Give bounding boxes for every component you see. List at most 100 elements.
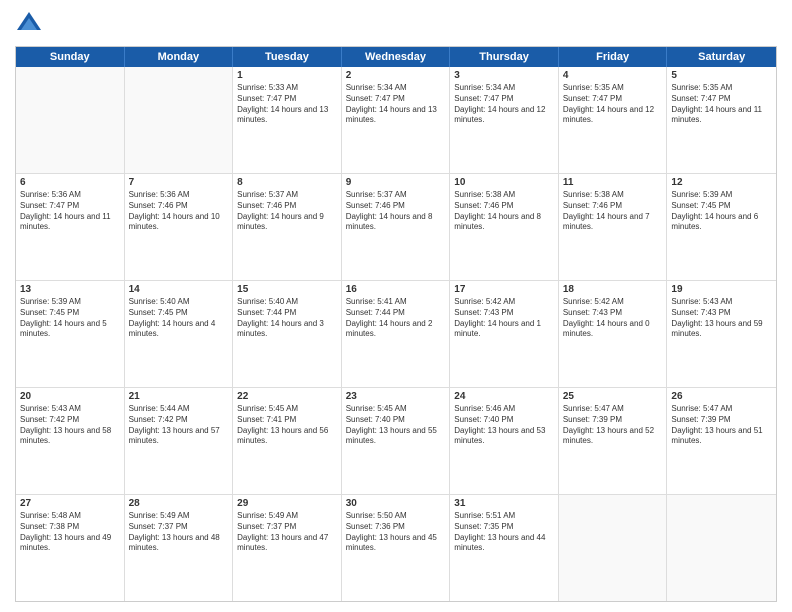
- day-info: Sunrise: 5:47 AM Sunset: 7:39 PM Dayligh…: [563, 404, 663, 447]
- day-info: Sunrise: 5:49 AM Sunset: 7:37 PM Dayligh…: [237, 511, 337, 554]
- day-number: 12: [671, 177, 772, 188]
- day-cell-20: 20 Sunrise: 5:43 AM Sunset: 7:42 PM Dayli…: [16, 388, 125, 494]
- day-number: 20: [20, 391, 120, 402]
- header-day-saturday: Saturday: [667, 47, 776, 67]
- day-cell-24: 24 Sunrise: 5:46 AM Sunset: 7:40 PM Dayli…: [450, 388, 559, 494]
- header-day-wednesday: Wednesday: [342, 47, 451, 67]
- day-cell-13: 13Sunrise: 5:39 AM Sunset: 7:45 PM Dayli…: [16, 281, 125, 387]
- day-cell-9: 9 Sunrise: 5:37 AM Sunset: 7:46 PM Daylig…: [342, 174, 451, 280]
- day-info: Sunrise: 5:36 AM Sunset: 7:47 PM Dayligh…: [20, 190, 120, 233]
- day-info: Sunrise: 5:44 AM Sunset: 7:42 PM Dayligh…: [129, 404, 229, 447]
- day-info: Sunrise: 5:40 AM Sunset: 7:44 PM Dayligh…: [237, 297, 337, 340]
- day-number: 2: [346, 70, 446, 81]
- day-number: 24: [454, 391, 554, 402]
- day-number: 29: [237, 498, 337, 509]
- day-number: 26: [671, 391, 772, 402]
- day-info: Sunrise: 5:51 AM Sunset: 7:35 PM Dayligh…: [454, 511, 554, 554]
- day-cell-10: 10 Sunrise: 5:38 AM Sunset: 7:46 PM Dayli…: [450, 174, 559, 280]
- day-cell-29: 29 Sunrise: 5:49 AM Sunset: 7:37 PM Dayli…: [233, 495, 342, 601]
- empty-cell: [667, 495, 776, 601]
- day-cell-8: 8 Sunrise: 5:37 AM Sunset: 7:46 PM Daylig…: [233, 174, 342, 280]
- day-cell-2: 2 Sunrise: 5:34 AM Sunset: 7:47 PM Daylig…: [342, 67, 451, 173]
- calendar-header: SundayMondayTuesdayWednesdayThursdayFrid…: [16, 47, 776, 67]
- header-day-tuesday: Tuesday: [233, 47, 342, 67]
- day-cell-23: 23 Sunrise: 5:45 AM Sunset: 7:40 PM Dayli…: [342, 388, 451, 494]
- page: SundayMondayTuesdayWednesdayThursdayFrid…: [0, 0, 792, 612]
- day-info: Sunrise: 5:36 AM Sunset: 7:46 PM Dayligh…: [129, 190, 229, 233]
- day-cell-28: 28 Sunrise: 5:49 AM Sunset: 7:37 PM Dayli…: [125, 495, 234, 601]
- day-number: 5: [671, 70, 772, 81]
- day-number: 3: [454, 70, 554, 81]
- day-number: 8: [237, 177, 337, 188]
- day-number: 30: [346, 498, 446, 509]
- day-info: Sunrise: 5:35 AM Sunset: 7:47 PM Dayligh…: [563, 83, 663, 126]
- day-number: 28: [129, 498, 229, 509]
- day-info: Sunrise: 5:38 AM Sunset: 7:46 PM Dayligh…: [454, 190, 554, 233]
- day-number: 18: [563, 284, 663, 295]
- day-number: 13: [20, 284, 120, 295]
- day-info: Sunrise: 5:48 AM Sunset: 7:38 PM Dayligh…: [20, 511, 120, 554]
- week-row-1: 6 Sunrise: 5:36 AM Sunset: 7:47 PM Daylig…: [16, 174, 776, 281]
- day-info: Sunrise: 5:35 AM Sunset: 7:47 PM Dayligh…: [671, 83, 772, 126]
- empty-cell: [559, 495, 668, 601]
- day-cell-18: 18 Sunrise: 5:42 AM Sunset: 7:43 PM Dayli…: [559, 281, 668, 387]
- day-cell-22: 22 Sunrise: 5:45 AM Sunset: 7:41 PM Dayli…: [233, 388, 342, 494]
- day-info: Sunrise: 5:40 AM Sunset: 7:45 PM Dayligh…: [129, 297, 229, 340]
- day-number: 14: [129, 284, 229, 295]
- logo: [15, 10, 47, 38]
- day-cell-21: 21 Sunrise: 5:44 AM Sunset: 7:42 PM Dayli…: [125, 388, 234, 494]
- week-row-4: 27Sunrise: 5:48 AM Sunset: 7:38 PM Dayli…: [16, 495, 776, 601]
- day-cell-25: 25 Sunrise: 5:47 AM Sunset: 7:39 PM Dayli…: [559, 388, 668, 494]
- day-cell-17: 17 Sunrise: 5:42 AM Sunset: 7:43 PM Dayli…: [450, 281, 559, 387]
- day-number: 4: [563, 70, 663, 81]
- day-number: 22: [237, 391, 337, 402]
- day-info: Sunrise: 5:46 AM Sunset: 7:40 PM Dayligh…: [454, 404, 554, 447]
- day-number: 10: [454, 177, 554, 188]
- day-info: Sunrise: 5:39 AM Sunset: 7:45 PM Dayligh…: [671, 190, 772, 233]
- day-cell-7: 7 Sunrise: 5:36 AM Sunset: 7:46 PM Daylig…: [125, 174, 234, 280]
- day-cell-19: 19 Sunrise: 5:43 AM Sunset: 7:43 PM Dayli…: [667, 281, 776, 387]
- header-day-monday: Monday: [125, 47, 234, 67]
- day-info: Sunrise: 5:34 AM Sunset: 7:47 PM Dayligh…: [346, 83, 446, 126]
- day-number: 7: [129, 177, 229, 188]
- day-info: Sunrise: 5:42 AM Sunset: 7:43 PM Dayligh…: [563, 297, 663, 340]
- day-number: 15: [237, 284, 337, 295]
- day-cell-1: 1 Sunrise: 5:33 AM Sunset: 7:47 PM Daylig…: [233, 67, 342, 173]
- day-number: 6: [20, 177, 120, 188]
- day-number: 1: [237, 70, 337, 81]
- day-cell-3: 3Sunrise: 5:34 AM Sunset: 7:47 PM Daylig…: [450, 67, 559, 173]
- day-info: Sunrise: 5:37 AM Sunset: 7:46 PM Dayligh…: [237, 190, 337, 233]
- header-day-sunday: Sunday: [16, 47, 125, 67]
- day-cell-26: 26Sunrise: 5:47 AM Sunset: 7:39 PM Dayli…: [667, 388, 776, 494]
- day-info: Sunrise: 5:45 AM Sunset: 7:41 PM Dayligh…: [237, 404, 337, 447]
- day-info: Sunrise: 5:38 AM Sunset: 7:46 PM Dayligh…: [563, 190, 663, 233]
- day-info: Sunrise: 5:43 AM Sunset: 7:42 PM Dayligh…: [20, 404, 120, 447]
- day-info: Sunrise: 5:49 AM Sunset: 7:37 PM Dayligh…: [129, 511, 229, 554]
- day-number: 25: [563, 391, 663, 402]
- day-cell-31: 31Sunrise: 5:51 AM Sunset: 7:35 PM Dayli…: [450, 495, 559, 601]
- day-number: 23: [346, 391, 446, 402]
- week-row-3: 20 Sunrise: 5:43 AM Sunset: 7:42 PM Dayli…: [16, 388, 776, 495]
- week-row-0: 1 Sunrise: 5:33 AM Sunset: 7:47 PM Daylig…: [16, 67, 776, 174]
- header: [15, 10, 777, 38]
- day-info: Sunrise: 5:41 AM Sunset: 7:44 PM Dayligh…: [346, 297, 446, 340]
- calendar-body: 1 Sunrise: 5:33 AM Sunset: 7:47 PM Daylig…: [16, 67, 776, 601]
- day-info: Sunrise: 5:33 AM Sunset: 7:47 PM Dayligh…: [237, 83, 337, 126]
- day-info: Sunrise: 5:43 AM Sunset: 7:43 PM Dayligh…: [671, 297, 772, 340]
- day-info: Sunrise: 5:50 AM Sunset: 7:36 PM Dayligh…: [346, 511, 446, 554]
- day-number: 19: [671, 284, 772, 295]
- day-cell-27: 27Sunrise: 5:48 AM Sunset: 7:38 PM Dayli…: [16, 495, 125, 601]
- day-number: 21: [129, 391, 229, 402]
- day-cell-12: 12 Sunrise: 5:39 AM Sunset: 7:45 PM Dayli…: [667, 174, 776, 280]
- day-info: Sunrise: 5:42 AM Sunset: 7:43 PM Dayligh…: [454, 297, 554, 340]
- day-number: 9: [346, 177, 446, 188]
- day-number: 16: [346, 284, 446, 295]
- week-row-2: 13Sunrise: 5:39 AM Sunset: 7:45 PM Dayli…: [16, 281, 776, 388]
- day-cell-6: 6 Sunrise: 5:36 AM Sunset: 7:47 PM Daylig…: [16, 174, 125, 280]
- day-cell-14: 14 Sunrise: 5:40 AM Sunset: 7:45 PM Dayli…: [125, 281, 234, 387]
- day-info: Sunrise: 5:45 AM Sunset: 7:40 PM Dayligh…: [346, 404, 446, 447]
- day-number: 17: [454, 284, 554, 295]
- day-info: Sunrise: 5:37 AM Sunset: 7:46 PM Dayligh…: [346, 190, 446, 233]
- day-cell-11: 11Sunrise: 5:38 AM Sunset: 7:46 PM Dayli…: [559, 174, 668, 280]
- day-cell-16: 16 Sunrise: 5:41 AM Sunset: 7:44 PM Dayli…: [342, 281, 451, 387]
